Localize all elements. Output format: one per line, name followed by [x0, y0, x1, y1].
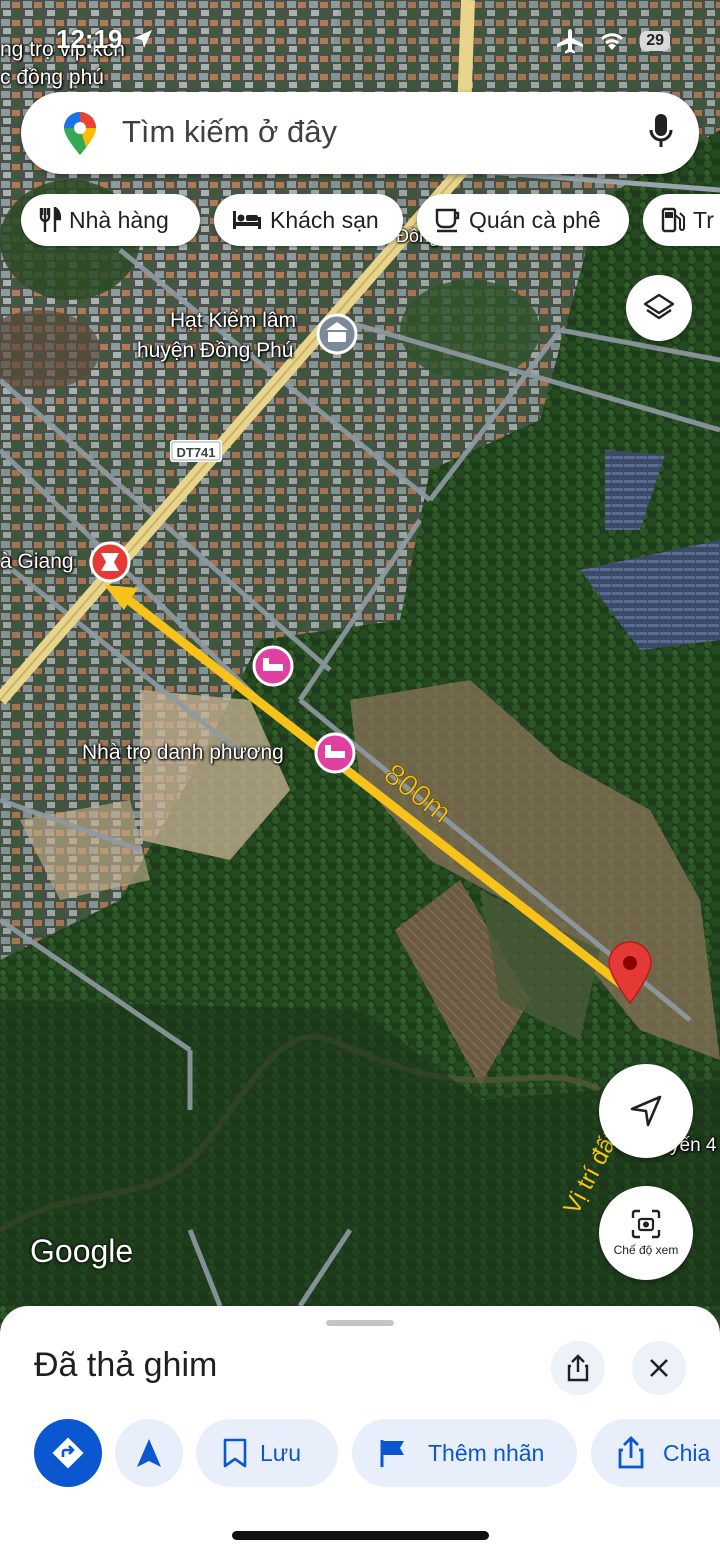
my-location-button[interactable]: [599, 1064, 693, 1158]
sheet-share-button[interactable]: [551, 1341, 605, 1395]
home-indicator[interactable]: [232, 1531, 489, 1540]
navigation-start-icon: [137, 1439, 161, 1467]
close-icon: [650, 1359, 668, 1377]
status-bar: 12:19 29: [0, 0, 720, 80]
share-icon: [567, 1354, 589, 1382]
poi-marker-giang[interactable]: [89, 541, 131, 583]
chip-restaurants-label: Nhà hàng: [69, 206, 169, 233]
poi-marker-hotel-2[interactable]: [314, 732, 356, 774]
mic-icon[interactable]: [649, 112, 673, 150]
add-label-button-label: Thêm nhãn: [428, 1439, 545, 1466]
map-label-guesthouse[interactable]: Nhà trọ danh phương: [82, 741, 284, 765]
chip-hotels-label: Khách sạn: [270, 206, 379, 233]
airplane-icon: [557, 29, 584, 54]
poi-marker-ranger[interactable]: [316, 313, 358, 355]
chip-cafes[interactable]: Quán cà phê: [417, 194, 629, 246]
directions-button[interactable]: [34, 1419, 102, 1487]
sheet-drag-handle[interactable]: [326, 1320, 394, 1326]
start-navigation-button[interactable]: [115, 1419, 183, 1487]
share-icon: [618, 1436, 644, 1469]
map-label-ranger-line1[interactable]: Hạt Kiểm lâm: [170, 309, 296, 333]
camera-scan-icon: [631, 1209, 661, 1239]
gas-station-icon: [661, 207, 685, 233]
map-label-giang[interactable]: à Giang: [0, 550, 74, 574]
location-arrow-icon: [134, 30, 152, 48]
layers-icon: [643, 293, 675, 320]
chip-hotels[interactable]: Khách sạn: [214, 194, 403, 246]
save-button-label: Lưu: [260, 1439, 301, 1466]
poi-marker-hotel-1[interactable]: [252, 645, 294, 687]
view-mode-label: Chế độ xem: [613, 1243, 679, 1257]
battery-icon: 29: [640, 31, 670, 51]
share-place-button-label: Chia: [663, 1439, 711, 1466]
bottom-sheet: Đã thả ghim Lưu Thêm nhãn Chia: [0, 1306, 720, 1559]
chip-gas-label: Tr: [693, 206, 714, 233]
layers-button[interactable]: [626, 275, 692, 341]
view-mode-button[interactable]: Chế độ xem: [599, 1186, 693, 1280]
maps-pin-icon: [64, 112, 96, 155]
directions-icon: [52, 1437, 84, 1469]
share-place-button[interactable]: Chia: [591, 1419, 720, 1487]
map-label-ranger-line2[interactable]: huyện Đồng Phú: [137, 339, 293, 363]
search-input[interactable]: Tìm kiếm ở đây: [122, 114, 337, 150]
add-label-button[interactable]: Thêm nhãn: [352, 1419, 577, 1487]
hotel-bed-icon: [233, 211, 261, 229]
navigation-arrow-icon: [630, 1095, 662, 1127]
road-badge-label: DT741: [176, 445, 215, 460]
chip-gas[interactable]: Tr: [643, 194, 720, 246]
category-chips: Nhà hàng Khách sạn Quán cà phê Tr: [21, 194, 720, 248]
restaurant-icon: [39, 207, 61, 232]
sheet-close-button[interactable]: [632, 1341, 686, 1395]
road-badge: DT741: [170, 440, 222, 462]
action-buttons-row: Lưu Thêm nhãn Chia: [0, 1419, 720, 1489]
sheet-title: Đã thả ghim: [34, 1346, 218, 1384]
coffee-icon: [435, 208, 460, 233]
wifi-icon: [601, 33, 624, 50]
google-logo: Google: [30, 1233, 134, 1269]
bookmark-icon: [223, 1438, 247, 1468]
chip-cafes-label: Quán cà phê: [469, 206, 601, 233]
chip-restaurants[interactable]: Nhà hàng: [21, 194, 200, 246]
status-time: 12:19: [56, 24, 123, 54]
search-bar[interactable]: Tìm kiếm ở đây: [21, 92, 699, 174]
flag-icon: [380, 1440, 404, 1467]
save-button[interactable]: Lưu: [196, 1419, 338, 1487]
